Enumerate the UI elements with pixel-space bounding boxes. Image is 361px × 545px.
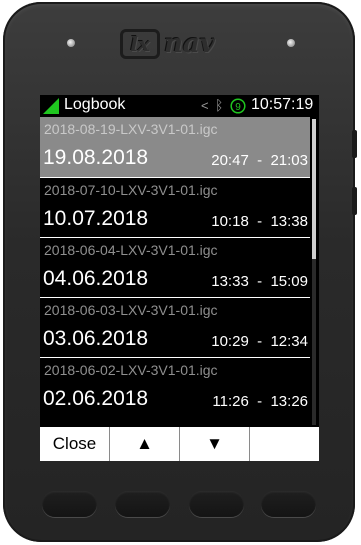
logbook-entry[interactable]: 2018-06-02-LXV-3V1-01.igc 02.06.2018 11:26… (40, 357, 310, 417)
close-button[interactable]: Close (40, 427, 110, 461)
entry-time-range: 10:18 - 13:38 (211, 213, 308, 230)
side-button-top[interactable] (352, 130, 357, 158)
entry-time-range: 10:29 - 12:34 (211, 333, 308, 350)
satellite-icon: 9 (230, 98, 246, 114)
entry-filename: 2018-06-03-LXV-3V1-01.igc (44, 302, 218, 318)
entry-time-range: 11:26 - 13:26 (212, 393, 308, 410)
hardware-button-4[interactable] (261, 491, 316, 517)
signal-icon (43, 98, 59, 114)
scrollbar-thumb[interactable] (312, 119, 316, 259)
scroll-down-button[interactable]: ▼ (180, 427, 250, 461)
empty-softkey[interactable] (250, 427, 319, 461)
hardware-button-2[interactable] (115, 491, 170, 517)
satellite-count: 9 (235, 102, 241, 113)
entry-time-range: 20:47 - 21:03 (211, 152, 308, 169)
entry-filename: 2018-07-10-LXV-3V1-01.igc (44, 182, 218, 198)
scrollbar[interactable] (312, 119, 316, 425)
entry-date: 04.06.2018 (43, 267, 149, 290)
logo-box: lx (120, 29, 160, 59)
entry-date: 10.07.2018 (43, 207, 149, 230)
entry-date: 02.06.2018 (43, 387, 149, 410)
entry-filename: 2018-06-02-LXV-3V1-01.igc (44, 362, 218, 378)
entry-filename: 2018-08-19-LXV-3V1-01.igc (44, 121, 218, 137)
entry-filename: 2018-06-04-LXV-3V1-01.igc (44, 242, 218, 258)
logbook-entry[interactable]: 2018-07-10-LXV-3V1-01.igc 10.07.2018 10:18… (40, 177, 310, 237)
status-bar: Logbook < ᛒ 9 10:57:19 (40, 95, 319, 117)
logbook-entry[interactable]: 2018-06-03-LXV-3V1-01.igc 03.06.2018 10:29… (40, 297, 310, 357)
side-button-bottom[interactable] (352, 187, 357, 215)
clock: 10:57:19 (251, 96, 314, 113)
hardware-button-3[interactable] (189, 491, 244, 517)
lxnav-logo: lx nav (120, 25, 236, 63)
page-title: Logbook (64, 96, 126, 113)
hardware-button-1[interactable] (42, 491, 97, 517)
logo-text: nav (164, 29, 215, 59)
logbook-entry[interactable]: 2018-08-19-LXV-3V1-01.igc 19.08.2018 20:47… (40, 117, 310, 177)
bluetooth-icon: ᛒ (215, 97, 224, 113)
entry-date: 03.06.2018 (43, 327, 149, 350)
logbook-list[interactable]: 2018-08-19-LXV-3V1-01.igc 19.08.2018 20:47… (40, 117, 310, 427)
screw-right-icon (287, 39, 295, 47)
screw-left-icon (67, 39, 75, 47)
navigation-icon: < (201, 98, 209, 113)
softkey-bar: Close ▲ ▼ (40, 427, 319, 461)
scroll-up-button[interactable]: ▲ (110, 427, 180, 461)
entry-time-range: 13:33 - 15:09 (211, 273, 308, 290)
logbook-entry[interactable]: 2018-06-04-LXV-3V1-01.igc 04.06.2018 13:33… (40, 237, 310, 297)
entry-date: 19.08.2018 (43, 146, 149, 169)
display-screen: Logbook < ᛒ 9 10:57:19 2018-08-19-LXV-3V… (40, 95, 319, 461)
